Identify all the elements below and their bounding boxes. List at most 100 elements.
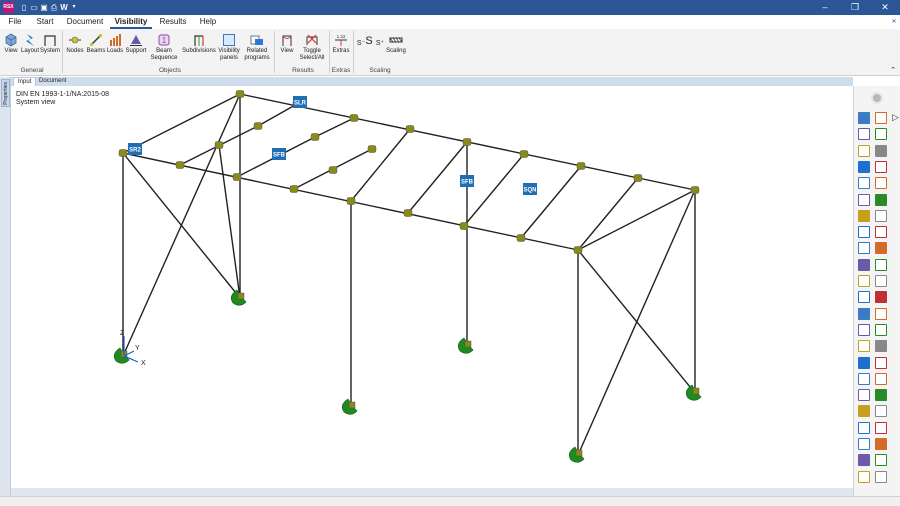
panel-tool-icon[interactable] — [858, 128, 870, 141]
node-marker[interactable] — [346, 197, 356, 205]
panel-tool-icon[interactable] — [875, 209, 887, 222]
node-marker[interactable] — [459, 222, 469, 230]
horizontal-scrollbar[interactable] — [11, 488, 853, 496]
node-marker[interactable] — [175, 161, 185, 169]
panel-tool-icon[interactable] — [858, 438, 870, 450]
settings-icon[interactable] — [871, 92, 883, 104]
menu-file[interactable]: File — [4, 15, 26, 29]
save-icon[interactable]: ▣ — [39, 2, 49, 13]
beam-line[interactable] — [314, 117, 355, 138]
node-marker[interactable] — [690, 186, 700, 194]
beam-line[interactable] — [577, 249, 696, 394]
panel-tool-icon[interactable] — [875, 340, 887, 353]
results-view-button[interactable]: View — [278, 33, 296, 55]
beam-line[interactable] — [407, 141, 468, 214]
tab-document[interactable]: Document — [35, 77, 70, 86]
node-marker[interactable] — [232, 173, 242, 181]
panel-tool-icon[interactable] — [875, 128, 887, 141]
subdivisions-button[interactable]: Subdivisions — [182, 33, 216, 55]
close-icon[interactable]: ✕ — [870, 0, 900, 15]
properties-tab[interactable]: Properties — [1, 79, 10, 107]
node-marker[interactable] — [462, 138, 472, 146]
panel-tool-icon[interactable] — [858, 112, 870, 124]
expand-arrow-icon[interactable]: ▷ — [892, 112, 899, 123]
panel-tool-icon[interactable] — [858, 340, 870, 353]
panel-tool-icon[interactable] — [858, 405, 870, 418]
toggle-select-all-button[interactable]: Toggle Select/All — [297, 33, 327, 62]
menu-visibility[interactable]: Visibility — [110, 15, 152, 29]
panel-tool-icon[interactable] — [858, 372, 870, 385]
beam-line[interactable] — [577, 177, 639, 251]
panel-tool-icon[interactable] — [875, 275, 887, 287]
support-node[interactable] — [575, 449, 583, 457]
panel-tool-icon[interactable] — [875, 470, 887, 483]
beam-line[interactable] — [577, 189, 696, 251]
support-node[interactable] — [464, 340, 472, 348]
support-node[interactable] — [692, 387, 700, 395]
beams-button[interactable]: Beams — [86, 33, 106, 55]
extras-button[interactable]: 1.22 Extras — [331, 33, 351, 55]
menu-document[interactable]: Document — [66, 15, 104, 29]
node-marker[interactable] — [633, 174, 643, 182]
beam-line[interactable] — [257, 103, 298, 127]
panel-tool-icon[interactable] — [875, 144, 887, 157]
scale-reset-button[interactable]: S — [364, 36, 374, 47]
new-icon[interactable]: ▯ — [19, 2, 29, 13]
panel-tool-icon[interactable] — [858, 242, 870, 255]
panel-tool-icon[interactable] — [875, 258, 887, 271]
scale-up-button[interactable]: S⁺ — [375, 40, 385, 47]
panel-tool-icon[interactable] — [875, 454, 887, 467]
node-marker[interactable] — [367, 145, 377, 153]
beam-line[interactable] — [350, 128, 411, 202]
beam-sequence-button[interactable]: 1 Beam Sequence — [147, 33, 181, 62]
panel-tool-icon[interactable] — [858, 258, 870, 271]
panel-tool-icon[interactable] — [858, 421, 870, 434]
panel-tool-icon[interactable] — [875, 323, 887, 336]
node-marker[interactable] — [403, 209, 413, 217]
panel-tool-icon[interactable] — [875, 421, 887, 434]
panel-tool-icon[interactable] — [875, 438, 887, 450]
tab-input[interactable]: Input — [13, 77, 37, 86]
panel-tool-icon[interactable] — [858, 160, 870, 173]
structure-view[interactable]: SR2 SLR SFB SFB SQN Z X Y — [11, 86, 853, 488]
support-node[interactable] — [348, 401, 356, 409]
loads-button[interactable]: Loads — [106, 33, 124, 55]
support-node[interactable] — [237, 292, 245, 300]
node-marker[interactable] — [235, 90, 245, 98]
app-icon[interactable]: RSX — [3, 2, 14, 13]
model-viewport[interactable]: SR2 SLR SFB SFB SQN Z X Y — [11, 86, 853, 488]
menu-start[interactable]: Start — [32, 15, 58, 29]
layout-button[interactable]: Layout — [21, 33, 39, 55]
panel-tool-icon[interactable] — [858, 356, 870, 369]
panel-tool-icon[interactable] — [875, 242, 887, 255]
panel-tool-icon[interactable] — [875, 356, 887, 369]
panel-tool-icon[interactable] — [858, 226, 870, 239]
beam-line[interactable] — [463, 153, 525, 227]
panel-tool-icon[interactable] — [875, 291, 887, 304]
system-button[interactable]: System — [40, 33, 60, 55]
panel-tool-icon[interactable] — [858, 291, 870, 304]
panel-tool-icon[interactable] — [875, 193, 887, 206]
node-marker[interactable] — [328, 166, 338, 174]
node-marker[interactable] — [519, 150, 529, 158]
node-marker[interactable] — [310, 133, 320, 141]
w-icon[interactable]: W — [59, 2, 69, 13]
collapse-ribbon-icon[interactable]: ⌃ — [888, 67, 898, 74]
support-button[interactable]: Support — [125, 33, 147, 55]
panel-tool-icon[interactable] — [858, 470, 870, 483]
node-marker[interactable] — [214, 141, 224, 149]
panel-tool-icon[interactable] — [858, 323, 870, 336]
panel-tool-icon[interactable] — [875, 177, 887, 190]
nodes-button[interactable]: Nodes — [65, 33, 85, 55]
node-marker[interactable] — [576, 162, 586, 170]
menu-help[interactable]: Help — [196, 15, 220, 29]
beam-line[interactable] — [520, 165, 582, 239]
panel-tool-icon[interactable] — [875, 226, 887, 239]
help-circle-icon[interactable]: ✕ — [890, 15, 898, 29]
minimize-icon[interactable]: – — [810, 0, 840, 15]
panel-tool-icon[interactable] — [858, 193, 870, 206]
node-marker[interactable] — [289, 185, 299, 193]
node-marker[interactable] — [349, 114, 359, 122]
panel-tool-icon[interactable] — [875, 112, 887, 124]
panel-tool-icon[interactable] — [858, 144, 870, 157]
